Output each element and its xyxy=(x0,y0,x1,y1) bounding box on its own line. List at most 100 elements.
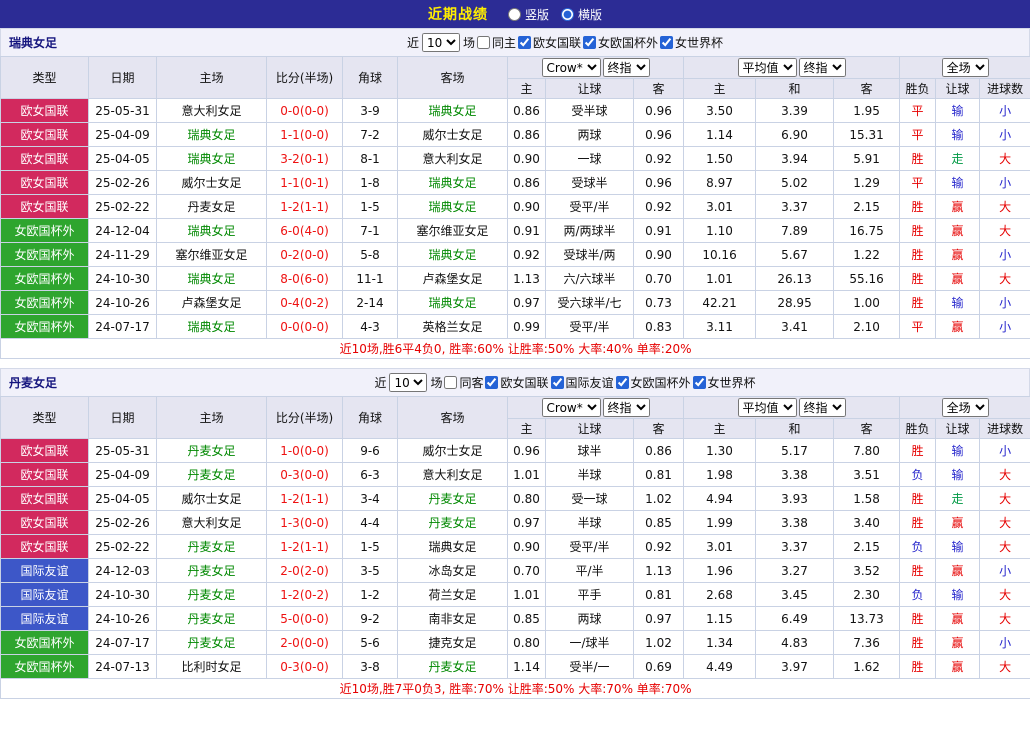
filter-checkbox[interactable] xyxy=(583,36,596,49)
match-count-select[interactable]: 10 xyxy=(422,33,460,52)
avg-away: 1.29 xyxy=(834,171,900,195)
layout-radio-horizontal[interactable] xyxy=(561,8,574,21)
filter-option[interactable]: 女欧国杯外 xyxy=(583,34,658,51)
filter-option[interactable]: 欧女国联 xyxy=(485,374,548,391)
match-score: 0-4(0-2) xyxy=(267,291,343,315)
goals-cell: 大 xyxy=(980,583,1030,607)
header-select-group: 平均值终指 xyxy=(684,57,900,79)
odds-source-select[interactable]: Crow* xyxy=(542,58,601,77)
odds-home: 0.90 xyxy=(508,147,546,171)
handicap-line: 六/六球半 xyxy=(546,267,634,291)
handicap-result-cell: 走 xyxy=(936,487,980,511)
away-team: 捷克女足 xyxy=(398,631,508,655)
avg-draw: 3.45 xyxy=(756,583,834,607)
filter-checkbox[interactable] xyxy=(444,376,457,389)
avg-draw: 7.89 xyxy=(756,219,834,243)
home-team: 丹麦女足 xyxy=(157,583,267,607)
near-label: 近 xyxy=(407,34,419,51)
layout-options: 竖版横版 xyxy=(508,6,602,23)
avg-period-select[interactable]: 终指 xyxy=(799,58,846,77)
avg-draw: 6.90 xyxy=(756,123,834,147)
avg-draw: 3.37 xyxy=(756,195,834,219)
avg-home: 1.10 xyxy=(684,219,756,243)
avg-away: 7.80 xyxy=(834,439,900,463)
away-team: 瑞典女足 xyxy=(398,243,508,267)
filter-option[interactable]: 国际友谊 xyxy=(551,374,614,391)
scope-select[interactable]: 全场 xyxy=(942,398,989,417)
avg-source-select[interactable]: 平均值 xyxy=(738,398,797,417)
home-team: 威尔士女足 xyxy=(157,171,267,195)
home-team: 丹麦女足 xyxy=(157,535,267,559)
filter-option[interactable]: 同主 xyxy=(477,34,516,51)
subcolumn-header: 进球数 xyxy=(980,419,1030,439)
filter-checkbox[interactable] xyxy=(551,376,564,389)
filter-checkbox[interactable] xyxy=(518,36,531,49)
avg-home: 3.01 xyxy=(684,535,756,559)
match-type-badge: 女欧国杯外 xyxy=(1,243,89,267)
away-team: 瑞典女足 xyxy=(398,99,508,123)
filter-option[interactable]: 女世界杯 xyxy=(693,374,756,391)
section-header: 瑞典女足近10场同主欧女国联女欧国杯外女世界杯 xyxy=(0,28,1030,56)
odds-period-select[interactable]: 终指 xyxy=(603,398,650,417)
filter-checkbox[interactable] xyxy=(485,376,498,389)
layout-radio-vertical[interactable] xyxy=(508,8,521,21)
team-name: 丹麦女足 xyxy=(9,369,57,397)
odds-source-select[interactable]: Crow* xyxy=(542,398,601,417)
goals-cell: 大 xyxy=(980,219,1030,243)
away-team: 瑞典女足 xyxy=(398,291,508,315)
corners: 1-2 xyxy=(343,583,398,607)
scope-select[interactable]: 全场 xyxy=(942,58,989,77)
goals-cell: 大 xyxy=(980,487,1030,511)
match-type-badge: 欧女国联 xyxy=(1,147,89,171)
odds-away: 0.92 xyxy=(634,195,684,219)
result-cell: 胜 xyxy=(900,511,936,535)
avg-away: 5.91 xyxy=(834,147,900,171)
filter-option[interactable]: 欧女国联 xyxy=(518,34,581,51)
home-team: 瑞典女足 xyxy=(157,267,267,291)
avg-draw: 3.38 xyxy=(756,511,834,535)
filter-checkbox[interactable] xyxy=(477,36,490,49)
avg-draw: 3.97 xyxy=(756,655,834,679)
match-count-select[interactable]: 10 xyxy=(389,373,427,392)
column-header: 角球 xyxy=(343,57,398,99)
avg-draw: 28.95 xyxy=(756,291,834,315)
goals-cell: 小 xyxy=(980,631,1030,655)
column-header: 客场 xyxy=(398,57,508,99)
match-row: 女欧国杯外24-12-04瑞典女足6-0(4-0)7-1塞尔维亚女足0.91两/… xyxy=(1,219,1030,243)
avg-home: 1.50 xyxy=(684,147,756,171)
handicap-result-cell: 赢 xyxy=(936,655,980,679)
odds-home: 0.80 xyxy=(508,631,546,655)
filter-option[interactable]: 女欧国杯外 xyxy=(616,374,691,391)
avg-draw: 6.49 xyxy=(756,607,834,631)
subcolumn-header: 胜负 xyxy=(900,79,936,99)
match-type-badge: 国际友谊 xyxy=(1,607,89,631)
match-row: 女欧国杯外24-11-29塞尔维亚女足0-2(0-0)5-8瑞典女足0.92受球… xyxy=(1,243,1030,267)
filter-checkbox[interactable] xyxy=(616,376,629,389)
away-team: 丹麦女足 xyxy=(398,487,508,511)
avg-source-select[interactable]: 平均值 xyxy=(738,58,797,77)
odds-away: 0.85 xyxy=(634,511,684,535)
avg-period-select[interactable]: 终指 xyxy=(799,398,846,417)
result-cell: 胜 xyxy=(900,195,936,219)
filter-option[interactable]: 同客 xyxy=(444,374,483,391)
corners: 3-4 xyxy=(343,487,398,511)
home-team: 意大利女足 xyxy=(157,511,267,535)
result-cell: 胜 xyxy=(900,607,936,631)
match-score: 1-1(0-0) xyxy=(267,123,343,147)
match-type-badge: 欧女国联 xyxy=(1,487,89,511)
subcolumn-header: 主 xyxy=(508,419,546,439)
layout-option[interactable]: 横版 xyxy=(561,6,602,23)
match-row: 欧女国联25-05-31意大利女足0-0(0-0)3-9瑞典女足0.86受半球0… xyxy=(1,99,1030,123)
match-score: 5-0(0-0) xyxy=(267,607,343,631)
match-row: 女欧国杯外24-07-17瑞典女足0-0(0-0)4-3英格兰女足0.99受平/… xyxy=(1,315,1030,339)
page-title: 近期战绩 xyxy=(428,4,488,24)
odds-period-select[interactable]: 终指 xyxy=(603,58,650,77)
layout-option[interactable]: 竖版 xyxy=(508,6,549,23)
filter-option[interactable]: 女世界杯 xyxy=(660,34,723,51)
match-score: 8-0(6-0) xyxy=(267,267,343,291)
match-type-badge: 女欧国杯外 xyxy=(1,267,89,291)
odds-home: 0.86 xyxy=(508,171,546,195)
filter-checkbox[interactable] xyxy=(660,36,673,49)
filter-checkbox[interactable] xyxy=(693,376,706,389)
avg-away: 13.73 xyxy=(834,607,900,631)
